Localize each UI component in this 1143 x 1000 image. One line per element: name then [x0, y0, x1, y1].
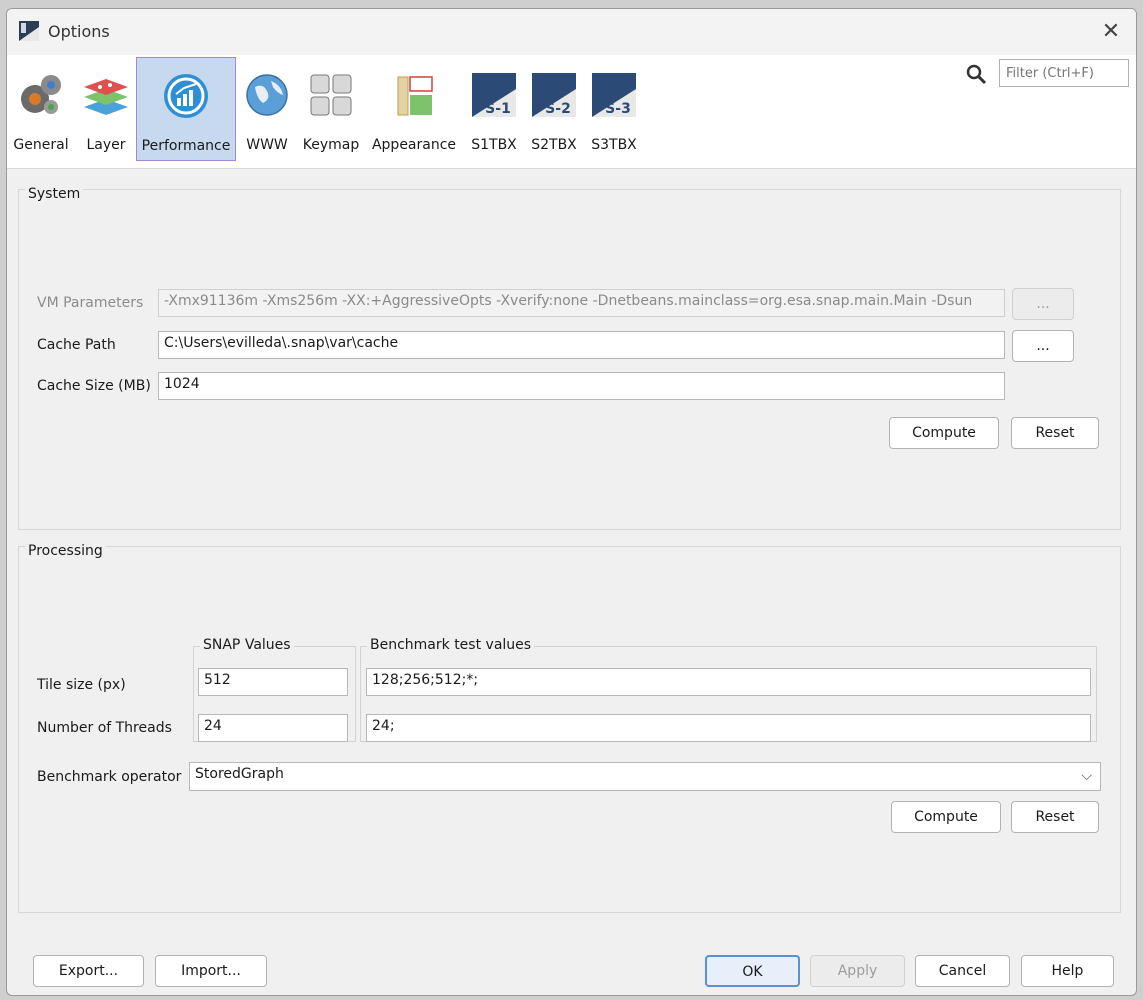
tile-size-label: Tile size (px): [37, 677, 126, 693]
cache-path-field[interactable]: C:\Users\evilleda\.snap\var\cache: [158, 331, 1005, 359]
cache-size-label: Cache Size (MB): [37, 378, 151, 394]
globe-icon: [246, 74, 288, 116]
tab-keymap-label: Keymap: [302, 137, 360, 153]
cache-size-field[interactable]: 1024: [158, 372, 1005, 400]
tab-general-label: General: [13, 137, 69, 153]
svg-text:S-2: S-2: [545, 101, 571, 117]
tab-keymap[interactable]: Keymap: [298, 57, 364, 161]
threads-benchmark-field[interactable]: 24;: [366, 714, 1091, 742]
processing-reset-button[interactable]: Reset: [1011, 801, 1099, 833]
ok-button[interactable]: OK: [705, 955, 800, 987]
vm-parameters-label: VM Parameters: [37, 295, 144, 311]
processing-compute-button[interactable]: Compute: [891, 801, 1001, 833]
benchmark-operator-select[interactable]: StoredGraph ⌵: [189, 762, 1101, 791]
system-panel-title: System: [25, 186, 84, 202]
svg-text:S-1: S-1: [485, 101, 511, 117]
vm-parameters-field[interactable]: -Xmx91136m -Xms256m -XX:+AggressiveOpts …: [158, 289, 1005, 317]
help-button[interactable]: Help: [1021, 955, 1114, 987]
tab-appearance-label: Appearance: [371, 137, 457, 153]
performance-gauge-icon: [164, 74, 208, 118]
import-button[interactable]: Import...: [155, 955, 267, 987]
options-dialog: Options ✕ General Layer Performance WWW …: [6, 8, 1137, 996]
snap-s1-icon: S-1: [472, 73, 516, 117]
tab-www[interactable]: WWW: [239, 57, 295, 161]
system-reset-button[interactable]: Reset: [1011, 417, 1099, 449]
export-button[interactable]: Export...: [33, 955, 144, 987]
snap-values-title: SNAP Values: [200, 637, 294, 653]
tab-s3tbx-label: S3TBX: [591, 137, 637, 153]
tab-www-label: WWW: [246, 137, 288, 153]
tab-s1tbx-label: S1TBX: [471, 137, 517, 153]
close-icon[interactable]: ✕: [1098, 19, 1124, 45]
tab-layer-label: Layer: [86, 137, 126, 153]
snap-s3-icon: S-3: [592, 73, 636, 117]
processing-panel-title: Processing: [25, 543, 106, 559]
tab-general[interactable]: General: [9, 57, 73, 161]
layers-icon: [84, 79, 128, 115]
window-title: Options: [48, 22, 110, 41]
benchmark-operator-label: Benchmark operator: [37, 769, 182, 785]
keyboard-icon: [310, 74, 352, 116]
system-compute-button[interactable]: Compute: [889, 417, 999, 449]
benchmark-operator-value: StoredGraph: [195, 766, 284, 782]
tab-s3tbx[interactable]: S-3 S3TBX: [585, 57, 643, 161]
snap-app-icon: [19, 21, 39, 41]
vm-parameters-browse-button[interactable]: ...: [1012, 288, 1074, 320]
system-panel: System VM Parameters -Xmx91136m -Xms256m…: [18, 186, 1121, 530]
cache-path-label: Cache Path: [37, 337, 116, 353]
tab-s2tbx-label: S2TBX: [531, 137, 577, 153]
svg-text:S-3: S-3: [605, 101, 631, 117]
tab-appearance[interactable]: Appearance: [367, 57, 461, 161]
tab-performance-label: Performance: [141, 138, 231, 154]
snap-s2-icon: S-2: [532, 73, 576, 117]
category-toolbar: General Layer Performance WWW Keymap App…: [7, 55, 1136, 169]
chevron-down-icon: ⌵: [1081, 768, 1092, 784]
tab-layer[interactable]: Layer: [75, 57, 137, 161]
benchmark-values-title: Benchmark test values: [367, 637, 535, 653]
search-icon: [966, 64, 987, 85]
tile-size-benchmark-field[interactable]: 128;256;512;*;: [366, 668, 1091, 696]
cache-path-browse-button[interactable]: ...: [1012, 330, 1074, 362]
threads-label: Number of Threads: [37, 720, 172, 736]
tile-size-field[interactable]: 512: [198, 668, 348, 696]
gears-icon: [21, 75, 61, 114]
apply-button[interactable]: Apply: [810, 955, 905, 987]
cancel-button[interactable]: Cancel: [915, 955, 1010, 987]
tab-s1tbx[interactable]: S-1 S1TBX: [465, 57, 523, 161]
processing-panel: Processing SNAP Values Benchmark test va…: [18, 543, 1121, 913]
tab-performance[interactable]: Performance: [136, 57, 236, 161]
tab-s2tbx[interactable]: S-2 S2TBX: [525, 57, 583, 161]
appearance-icon: [397, 76, 433, 116]
filter-input[interactable]: [999, 59, 1129, 87]
title-bar: Options ✕: [7, 9, 1136, 55]
threads-field[interactable]: 24: [198, 714, 348, 742]
